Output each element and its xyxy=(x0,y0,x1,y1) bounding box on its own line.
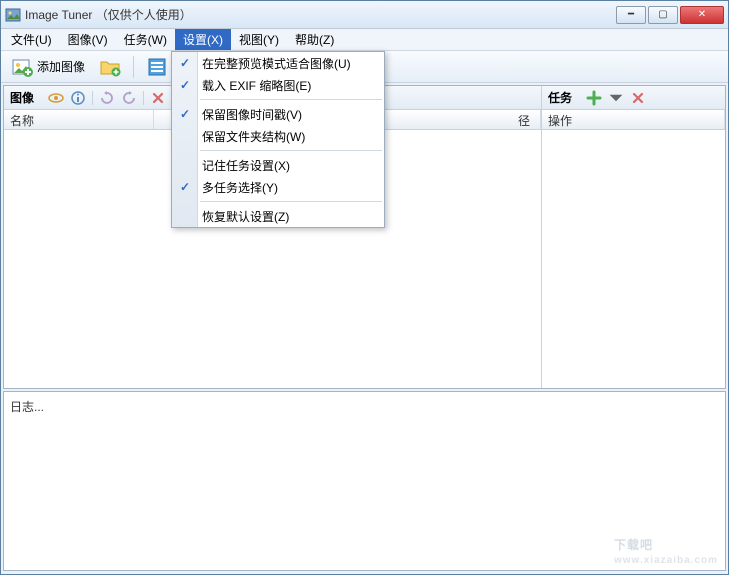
header-separator xyxy=(143,91,144,105)
delete-icon[interactable] xyxy=(150,90,166,106)
window-buttons: ━ ▢ ✕ xyxy=(614,6,724,24)
eye-icon[interactable] xyxy=(48,90,64,106)
menu-keep-timestamp[interactable]: ✓保留图像时间戳(V) xyxy=(172,103,384,125)
info-icon[interactable] xyxy=(70,90,86,106)
add-task-icon[interactable] xyxy=(586,90,602,106)
list-icon xyxy=(146,56,168,78)
maximize-button[interactable]: ▢ xyxy=(648,6,678,24)
images-panel-title: 图像 xyxy=(10,89,34,106)
tasks-list[interactable] xyxy=(542,130,725,388)
tasks-panel-header: 任务 xyxy=(542,86,725,110)
check-icon: ✓ xyxy=(178,78,192,92)
menu-file[interactable]: 文件(U) xyxy=(3,29,60,50)
folder-add-icon xyxy=(99,56,121,78)
menu-fit-preview[interactable]: ✓在完整预览模式适合图像(U) xyxy=(172,52,384,74)
add-images-label: 添加图像 xyxy=(37,58,85,75)
menu-multi-select[interactable]: ✓多任务选择(Y) xyxy=(172,176,384,198)
check-icon: ✓ xyxy=(178,107,192,121)
settings-dropdown: ✓在完整预览模式适合图像(U) ✓载入 EXIF 缩略图(E) ✓保留图像时间戳… xyxy=(171,51,385,228)
list-view-button[interactable] xyxy=(142,54,172,80)
toolbar-separator xyxy=(133,56,134,78)
check-icon: ✓ xyxy=(178,56,192,70)
log-text: 日志... xyxy=(10,400,44,414)
dropdown-separator xyxy=(200,201,382,202)
dropdown-icon[interactable] xyxy=(608,90,624,106)
header-separator xyxy=(92,91,93,105)
menu-help[interactable]: 帮助(Z) xyxy=(287,29,342,50)
menu-image[interactable]: 图像(V) xyxy=(60,29,116,50)
rotate-right-icon[interactable] xyxy=(121,90,137,106)
col-action[interactable]: 操作 xyxy=(542,110,725,129)
window-title: Image Tuner （仅供个人使用） xyxy=(25,6,614,23)
close-button[interactable]: ✕ xyxy=(680,6,724,24)
tasks-panel: 任务 操作 xyxy=(542,86,725,388)
menubar: 文件(U) 图像(V) 任务(W) 设置(X) 视图(Y) 帮助(Z) xyxy=(1,29,728,51)
menu-view[interactable]: 视图(Y) xyxy=(231,29,287,50)
minimize-button[interactable]: ━ xyxy=(616,6,646,24)
check-icon: ✓ xyxy=(178,180,192,194)
titlebar: Image Tuner （仅供个人使用） ━ ▢ ✕ xyxy=(1,1,728,29)
dropdown-separator xyxy=(200,150,382,151)
menu-keep-folder[interactable]: 保留文件夹结构(W) xyxy=(172,125,384,147)
menu-restore-defaults[interactable]: 恢复默认设置(Z) xyxy=(172,205,384,227)
col-name[interactable]: 名称 xyxy=(4,110,154,129)
add-folder-button[interactable] xyxy=(95,54,125,80)
log-panel: 日志... xyxy=(3,391,726,571)
add-image-icon xyxy=(11,56,33,78)
menu-remember-task[interactable]: 记住任务设置(X) xyxy=(172,154,384,176)
app-icon xyxy=(5,7,21,23)
dropdown-separator xyxy=(200,99,382,100)
menu-task[interactable]: 任务(W) xyxy=(116,29,175,50)
menu-settings[interactable]: 设置(X) xyxy=(175,29,231,50)
remove-task-icon[interactable] xyxy=(630,90,646,106)
app-window: Image Tuner （仅供个人使用） ━ ▢ ✕ 文件(U) 图像(V) 任… xyxy=(0,0,729,575)
menu-load-exif[interactable]: ✓载入 EXIF 缩略图(E) xyxy=(172,74,384,96)
tasks-column-header: 操作 xyxy=(542,110,725,130)
tasks-panel-title: 任务 xyxy=(548,89,572,106)
add-images-button[interactable]: 添加图像 xyxy=(7,54,89,80)
rotate-left-icon[interactable] xyxy=(99,90,115,106)
